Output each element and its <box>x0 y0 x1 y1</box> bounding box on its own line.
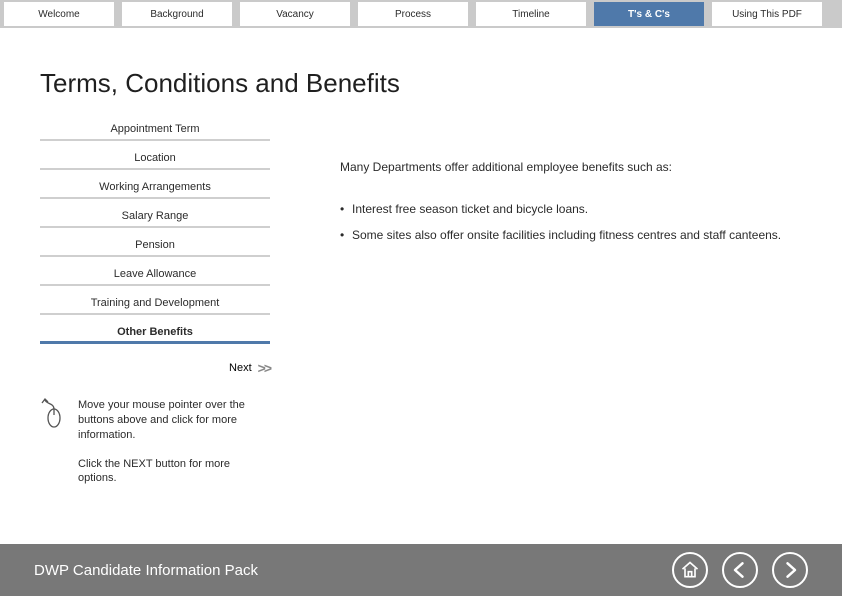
mouse-icon <box>40 398 68 443</box>
sidebar-item-leave-allowance[interactable]: Leave Allowance <box>40 264 270 286</box>
sidebar-tabs: Appointment Term Location Working Arrang… <box>40 119 270 344</box>
footer-bar: DWP Candidate Information Pack <box>0 544 842 596</box>
sidebar-item-training-development[interactable]: Training and Development <box>40 293 270 315</box>
next-page-button[interactable] <box>772 552 808 588</box>
sidebar-item-other-benefits[interactable]: Other Benefits <box>40 322 270 344</box>
prev-button[interactable] <box>722 552 758 588</box>
arrow-right-icon <box>780 560 800 580</box>
sidebar-item-pension[interactable]: Pension <box>40 235 270 257</box>
nav-tab-timeline[interactable]: Timeline <box>476 2 586 26</box>
nav-tab-process[interactable]: Process <box>358 2 468 26</box>
next-arrows-icon: >> <box>258 360 270 376</box>
hint-text-2: Click the NEXT button for more options. <box>78 457 258 487</box>
nav-tab-welcome[interactable]: Welcome <box>4 2 114 26</box>
sidebar-item-location[interactable]: Location <box>40 148 270 170</box>
nav-tab-background[interactable]: Background <box>122 2 232 26</box>
home-button[interactable] <box>672 552 708 588</box>
intro-text: Many Departments offer additional employ… <box>340 160 802 174</box>
footer-nav-icons <box>672 552 808 588</box>
main-column: Many Departments offer additional employ… <box>300 68 802 544</box>
arrow-left-icon <box>730 560 750 580</box>
benefits-list: Interest free season ticket and bicycle … <box>340 202 802 242</box>
footer-title: DWP Candidate Information Pack <box>34 562 258 579</box>
sidebar-item-working-arrangements[interactable]: Working Arrangements <box>40 177 270 199</box>
nav-tab-tcs[interactable]: T's & C's <box>594 2 704 26</box>
next-button[interactable]: Next >> <box>40 360 270 376</box>
hint-row-1: Move your mouse pointer over the buttons… <box>40 398 270 443</box>
left-column: Terms, Conditions and Benefits Appointme… <box>40 68 300 544</box>
top-nav: Welcome Background Vacancy Process Timel… <box>0 0 842 28</box>
sidebar-item-salary-range[interactable]: Salary Range <box>40 206 270 228</box>
next-label: Next <box>229 362 252 374</box>
benefit-item: Interest free season ticket and bicycle … <box>340 202 802 216</box>
benefit-item: Some sites also offer onsite facilities … <box>340 228 802 242</box>
nav-tab-vacancy[interactable]: Vacancy <box>240 2 350 26</box>
content-area: Terms, Conditions and Benefits Appointme… <box>0 28 842 544</box>
sidebar-item-appointment-term[interactable]: Appointment Term <box>40 119 270 141</box>
home-icon <box>680 560 700 580</box>
hint-text-1: Move your mouse pointer over the buttons… <box>78 398 270 443</box>
nav-tab-using-pdf[interactable]: Using This PDF <box>712 2 822 26</box>
